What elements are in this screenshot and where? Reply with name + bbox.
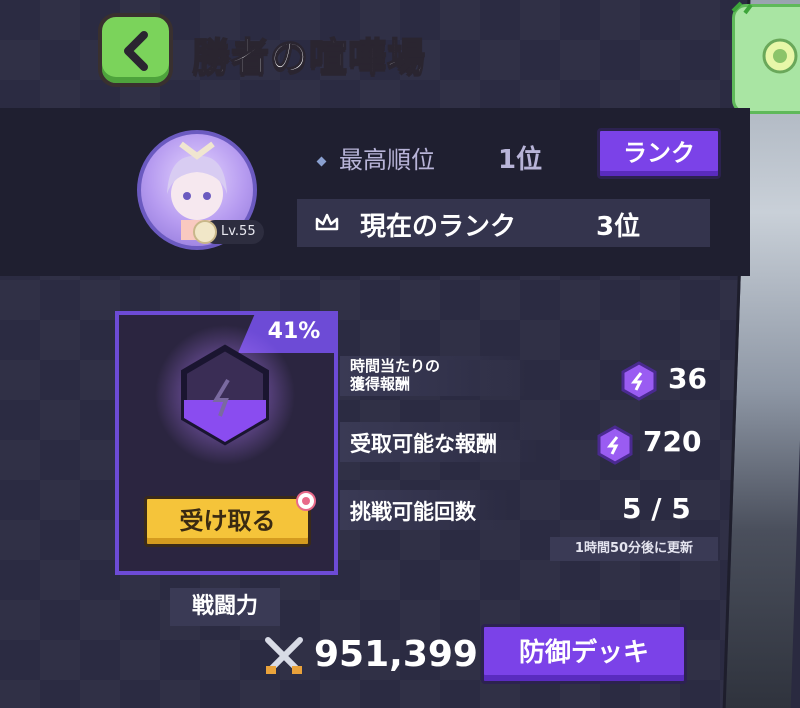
claimable-reward-value: 720 bbox=[643, 425, 702, 458]
page-title: 勝者の喧嘩場 bbox=[191, 34, 427, 80]
best-rank-row: 最高順位 bbox=[316, 140, 435, 175]
hexagon-gem-icon bbox=[155, 325, 295, 465]
best-rank-label: 最高順位 bbox=[339, 146, 435, 174]
sparkle-icon bbox=[731, 1, 753, 15]
level-ring-icon bbox=[193, 220, 217, 244]
purple-gem-icon bbox=[621, 361, 657, 401]
chevron-left-icon bbox=[124, 31, 148, 71]
current-rank-value: 3位 bbox=[596, 212, 641, 242]
gear-gem-icon bbox=[762, 38, 798, 74]
crossed-swords-icon bbox=[265, 637, 303, 674]
hourly-reward-value: 36 bbox=[668, 362, 707, 395]
power-value: 951,399 bbox=[314, 634, 478, 675]
attempts-label: 挑戦可能回数 bbox=[350, 500, 476, 524]
level-badge: Lv.55 bbox=[193, 220, 264, 244]
hourly-reward-label: 時間当たりの 獲得報酬 bbox=[350, 357, 440, 393]
hourly-reward-label-line1: 時間当たりの bbox=[350, 357, 441, 375]
purple-gem-icon bbox=[597, 425, 633, 465]
best-rank-value: 1位 bbox=[498, 145, 543, 175]
current-rank-label: 現在のランク bbox=[360, 212, 517, 242]
diamond-bullet-icon bbox=[316, 156, 327, 166]
power-label: 戦闘力 bbox=[170, 588, 280, 626]
side-menu-button[interactable] bbox=[731, 1, 800, 114]
attempts-value: 5 / 5 bbox=[622, 492, 691, 525]
claimable-reward-label: 受取可能な報酬 bbox=[350, 432, 497, 456]
claim-label: 受け取る bbox=[179, 507, 276, 535]
claim-button[interactable]: 受け取る bbox=[144, 491, 316, 547]
back-button[interactable] bbox=[98, 13, 173, 87]
flower-badge-icon bbox=[296, 491, 316, 511]
attempts-refresh-note: 1時間50分後に更新 bbox=[550, 537, 718, 561]
hourly-reward-label-line2: 獲得報酬 bbox=[350, 375, 411, 393]
crown-icon bbox=[315, 213, 339, 231]
level-text: Lv.55 bbox=[221, 224, 256, 239]
defense-deck-button[interactable]: 防御デッキ bbox=[481, 624, 687, 684]
background bbox=[0, 0, 750, 708]
rank-button[interactable]: ランク bbox=[597, 128, 721, 179]
